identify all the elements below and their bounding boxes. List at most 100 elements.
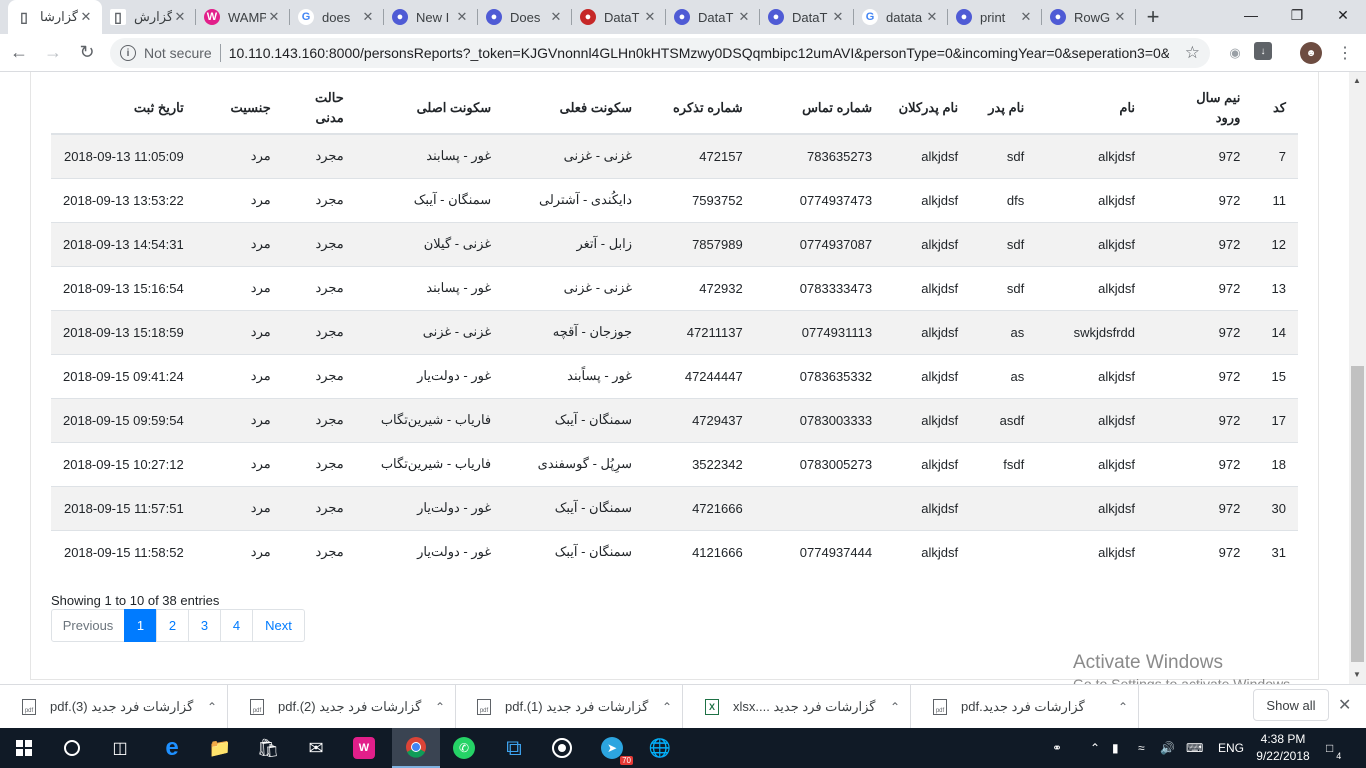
back-button[interactable]: ← (4, 38, 34, 68)
table-row[interactable]: 14 972 swkjdsfrdd as alkjdsf 0774931113 472111… (51, 309, 1298, 354)
col-marital-status[interactable]: حالت مدنی (282, 82, 356, 135)
windows-start-icon[interactable] (0, 728, 48, 768)
download-item[interactable]: pdf گزارشات فرد جدید (3).pdf ⌃ (0, 685, 228, 729)
extension-icon[interactable]: ◉ (1224, 42, 1246, 64)
col-entry-half[interactable]: نیم سال ورود (1147, 82, 1253, 135)
col-current-residence[interactable]: سکونت فعلی (503, 82, 645, 135)
previous-page-button[interactable]: Previous (51, 609, 125, 642)
close-tab-icon[interactable]: ✕ (454, 9, 470, 25)
volume-icon[interactable]: 🔊 (1160, 728, 1175, 768)
page-2-button[interactable]: 2 (156, 609, 189, 642)
address-bar[interactable]: i Not secure 10.110.143.160:8000/persons… (110, 38, 1210, 68)
reload-button[interactable]: ↻ (72, 38, 102, 68)
scrollbar-thumb[interactable] (1351, 366, 1364, 662)
close-window-button[interactable]: ✕ (1320, 0, 1366, 30)
browser-tab[interactable]: ● print ✕ (948, 0, 1042, 34)
page-4-button[interactable]: 4 (220, 609, 253, 642)
action-center-icon[interactable]: □ 4 (1326, 728, 1341, 768)
table-row[interactable]: 31 972 alkjdsf alkjdsf 0774937444 4121666 سمنگ… (51, 529, 1298, 574)
col-phone[interactable]: شماره تماس (754, 82, 885, 135)
close-download-shelf-icon[interactable]: ✕ (1338, 695, 1351, 715)
close-tab-icon[interactable]: ✕ (830, 9, 846, 25)
browser-tab[interactable]: Gdatata ✕ (854, 0, 948, 34)
download-item[interactable]: pdf گزارشات فرد جدید (2).pdf ⌃ (228, 685, 456, 729)
table-row[interactable]: 15 972 alkjdsf as alkjdsf 0783635332 47244447 غ… (51, 353, 1298, 398)
task-view-icon[interactable]: ◫ (96, 728, 144, 768)
browser-tab[interactable]: Gdoes ✕ (290, 0, 384, 34)
profile-avatar[interactable]: ☻ (1300, 42, 1322, 64)
wifi-icon[interactable]: ≈ (1138, 728, 1145, 768)
table-row[interactable]: 13 972 alkjdsf sdf alkjdsf 0783333473 472932 غز… (51, 265, 1298, 310)
edge-browser-icon[interactable]: e (148, 728, 196, 768)
obs-icon[interactable] (538, 728, 586, 768)
close-tab-icon[interactable]: ✕ (78, 9, 94, 25)
browser-tab[interactable]: ● DataT ✕ (572, 0, 666, 34)
download-extension-icon[interactable]: ↓ (1254, 42, 1272, 60)
mail-icon[interactable]: ✉ (292, 728, 340, 768)
whatsapp-icon[interactable]: ✆ (440, 728, 488, 768)
language-indicator[interactable]: ENG (1218, 728, 1244, 768)
col-name[interactable]: نام (1036, 82, 1148, 135)
col-tazkira[interactable]: شماره تذکره (644, 82, 755, 135)
battery-icon[interactable]: ▮ (1112, 728, 1119, 768)
col-original-residence[interactable]: سکونت اصلی (355, 82, 504, 135)
col-gender[interactable]: جنسیت (195, 82, 283, 135)
browser-tab[interactable]: ● Does ✕ (478, 0, 572, 34)
browser-tab[interactable]: ● DataT ✕ (666, 0, 760, 34)
table-row[interactable]: 30 972 alkjdsf alkjdsf 4721666 سمنگان - آیبک غ… (51, 485, 1298, 530)
search-icon[interactable] (48, 728, 96, 768)
col-registration-date[interactable]: تاریخ ثبت (51, 82, 196, 135)
download-item[interactable]: pdf گزارشات فرد جدید (1).pdf ⌃ (455, 685, 683, 729)
system-clock[interactable]: 4:38 PM 9/22/2018 (1248, 731, 1318, 765)
close-tab-icon[interactable]: ✕ (266, 9, 282, 25)
col-grandfather-name[interactable]: نام پدرکلان (884, 82, 971, 135)
chevron-up-icon[interactable]: ⌃ (652, 700, 682, 714)
browser-tab[interactable]: ▯ گزارشا ✕ (8, 0, 102, 34)
table-row[interactable]: 7 972 alkjdsf sdf alkjdsf 783635273 472157 غزنی… (51, 133, 1298, 178)
page-scrollbar[interactable]: ▲ ▼ (1349, 72, 1366, 684)
store-icon[interactable]: 🛍 (244, 728, 292, 768)
menu-icon[interactable]: ⋮ (1334, 42, 1356, 64)
browser-tab[interactable]: ● New I ✕ (384, 0, 478, 34)
keyboard-icon[interactable]: ⌨ (1186, 728, 1203, 768)
browser-tab[interactable]: ▯ گزارش ✕ (102, 0, 196, 34)
col-father-name[interactable]: نام پدر (970, 82, 1037, 135)
table-row[interactable]: 18 972 alkjdsf fsdf alkjdsf 0783005273 3522342… (51, 441, 1298, 486)
table-row[interactable]: 11 972 alkjdsf dfs alkjdsf 0774937473 7593752 د… (51, 177, 1298, 222)
chevron-up-icon[interactable]: ⌃ (197, 700, 227, 714)
show-hidden-icons-chevron[interactable]: ⌃ (1090, 728, 1100, 768)
minimize-button[interactable]: — (1228, 0, 1274, 30)
close-tab-icon[interactable]: ✕ (924, 9, 940, 25)
info-icon[interactable]: i (120, 45, 136, 61)
col-code[interactable]: کد (1252, 82, 1298, 135)
chevron-up-icon[interactable]: ⌃ (1108, 700, 1138, 714)
chevron-up-icon[interactable]: ⌃ (880, 700, 910, 714)
page-1-button[interactable]: 1 (124, 609, 157, 642)
close-tab-icon[interactable]: ✕ (172, 9, 188, 25)
people-icon[interactable]: ⚭ (1052, 728, 1062, 768)
chrome-icon[interactable] (392, 728, 440, 768)
new-tab-button[interactable]: + (1136, 0, 1170, 34)
network-app-icon[interactable]: 🌐 (636, 728, 684, 768)
page-3-button[interactable]: 3 (188, 609, 221, 642)
close-tab-icon[interactable]: ✕ (548, 9, 564, 25)
wamp-icon[interactable]: W (340, 728, 388, 768)
scroll-down-icon[interactable]: ▼ (1353, 670, 1361, 679)
maximize-button[interactable]: ❐ (1274, 0, 1320, 30)
table-row[interactable]: 17 972 alkjdsf asdf alkjdsf 0783003333 4729437… (51, 397, 1298, 442)
show-all-downloads-button[interactable]: Show all (1253, 689, 1329, 721)
close-tab-icon[interactable]: ✕ (360, 9, 376, 25)
table-row[interactable]: 12 972 alkjdsf sdf alkjdsf 0774937087 7857989 ز… (51, 221, 1298, 266)
close-tab-icon[interactable]: ✕ (1018, 9, 1034, 25)
browser-tab[interactable]: ● RowG ✕ (1042, 0, 1136, 34)
browser-tab[interactable]: W WAMP ✕ (196, 0, 290, 34)
url-text[interactable]: 10.110.143.160:8000/personsReports?_toke… (229, 45, 1169, 61)
forward-button[interactable]: → (38, 38, 68, 68)
close-tab-icon[interactable]: ✕ (1112, 9, 1128, 25)
chevron-up-icon[interactable]: ⌃ (425, 700, 455, 714)
close-tab-icon[interactable]: ✕ (642, 9, 658, 25)
download-item[interactable]: X گزارشات فرد جدید ....xlsx ⌃ (683, 685, 911, 729)
telegram-icon[interactable]: ➤ 70 (588, 728, 636, 768)
scroll-up-icon[interactable]: ▲ (1353, 76, 1361, 85)
close-tab-icon[interactable]: ✕ (736, 9, 752, 25)
